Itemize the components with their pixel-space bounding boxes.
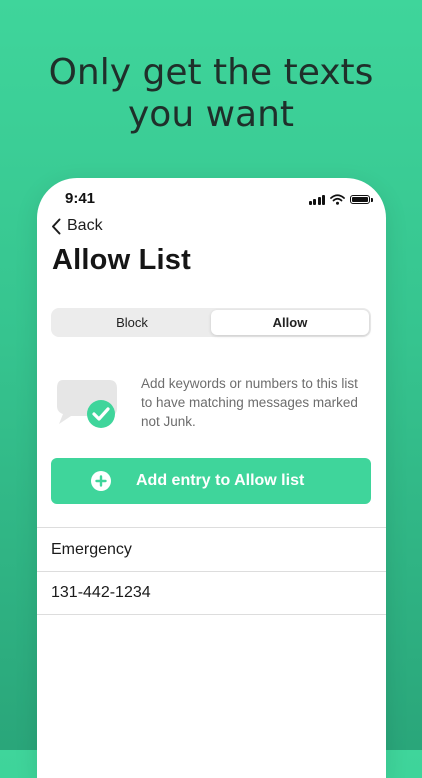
phone-screen: 9:41 Back Allow List Block Allow Add key…: [37, 178, 386, 778]
list-item-label: Emergency: [51, 540, 132, 558]
segmented-control: Block Allow: [51, 308, 371, 337]
plus-circle-icon: [91, 471, 111, 491]
info-section: Add keywords or numbers to this list to …: [55, 374, 375, 434]
back-button[interactable]: Back: [51, 216, 103, 236]
signal-icon: [308, 194, 325, 205]
chevron-left-icon: [52, 218, 61, 234]
battery-icon: [350, 194, 373, 204]
list-item[interactable]: 131-442-1234: [37, 571, 386, 615]
status-icons: [308, 193, 373, 205]
list-item-label: 131-442-1234: [51, 584, 151, 601]
back-label: Back: [67, 217, 103, 234]
segment-block[interactable]: Block: [53, 310, 211, 335]
headline-line-2: you want: [127, 94, 295, 135]
message-check-icon: [57, 380, 117, 428]
add-entry-button[interactable]: Add entry to Allow list: [51, 458, 371, 504]
list-item[interactable]: Emergency: [37, 527, 386, 571]
status-time: 9:41: [65, 190, 96, 207]
info-text: Add keywords or numbers to this list to …: [141, 376, 358, 429]
add-entry-label: Add entry to Allow list: [136, 472, 305, 489]
entry-list: Emergency 131-442-1234: [37, 527, 386, 615]
headline-line-1: Only get the texts: [48, 52, 374, 93]
headline: Only get the texts you want: [0, 52, 422, 136]
wifi-icon: [330, 193, 345, 205]
segment-allow[interactable]: Allow: [211, 310, 369, 335]
page-title: Allow List: [52, 244, 191, 276]
